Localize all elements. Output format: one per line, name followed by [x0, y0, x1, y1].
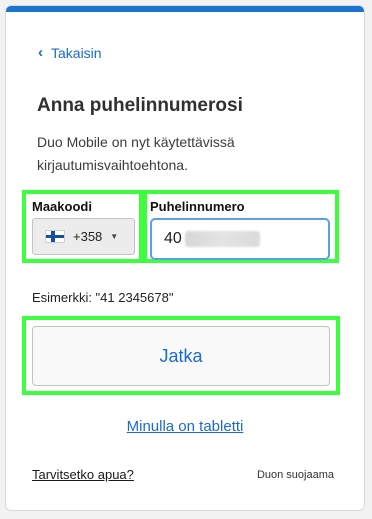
phone-number-label: Puhelinnumero: [150, 199, 245, 214]
page-subtitle: Duo Mobile on nyt käytettävissä kirjautu…: [37, 134, 235, 173]
phone-example-hint: Esimerkki: "41 2345678": [32, 290, 174, 305]
back-label: Takaisin: [51, 44, 102, 61]
finland-flag-icon: [45, 230, 65, 243]
country-code-label: Maakoodi: [32, 199, 92, 214]
phone-number-input[interactable]: 40: [150, 218, 330, 260]
continue-button[interactable]: Jatka: [32, 326, 330, 386]
secured-by-text: Duon suojaama: [256, 469, 334, 481]
top-accent-bar: [6, 6, 364, 12]
tablet-link[interactable]: Minulla on tabletti: [0, 418, 370, 435]
redacted-digits: [184, 231, 260, 247]
chevron-left-icon: ‹: [38, 44, 43, 61]
back-link[interactable]: ‹ Takaisin: [38, 44, 102, 61]
country-code-select[interactable]: +358 ▼: [32, 218, 135, 255]
country-code-value: +358: [73, 229, 103, 244]
chevron-down-icon: ▼: [110, 232, 119, 241]
help-link[interactable]: Tarvitsetko apua?: [32, 467, 134, 482]
page-title: Anna puhelinnumerosi: [37, 95, 243, 116]
phone-number-value: 40: [164, 230, 182, 247]
